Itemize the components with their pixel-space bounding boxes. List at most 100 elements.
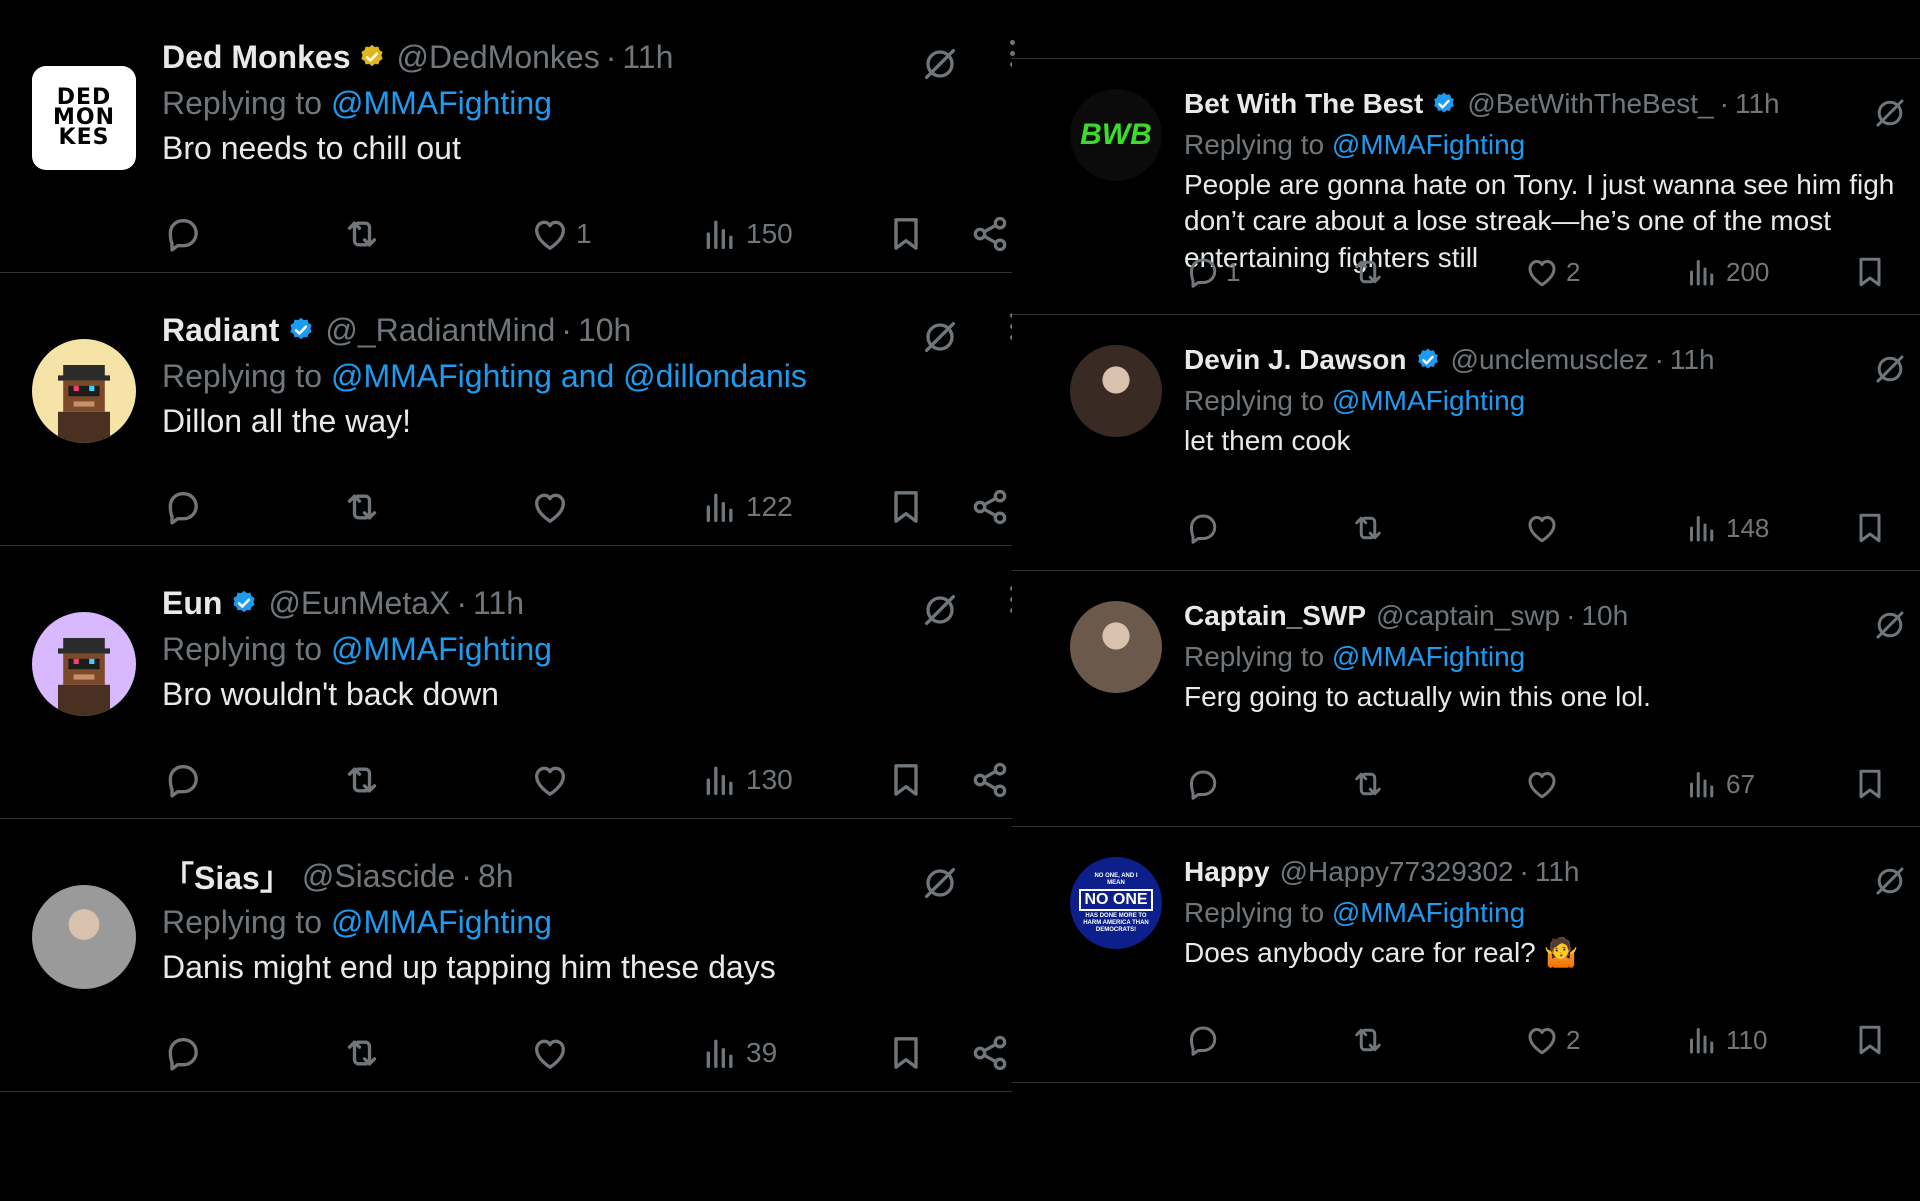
- user-handle[interactable]: @Siascide: [302, 858, 455, 895]
- timestamp[interactable]: 8h: [478, 858, 514, 895]
- retweet-button[interactable]: [342, 487, 388, 527]
- bookmark-button[interactable]: [1852, 254, 1888, 290]
- timestamp[interactable]: 11h: [1670, 344, 1715, 376]
- bookmark-button[interactable]: [886, 1033, 926, 1073]
- reply-mention-link[interactable]: @MMAFighting: [1332, 897, 1525, 928]
- views-button[interactable]: 200: [1684, 254, 1769, 290]
- reply-tweet[interactable]: NO ONE, AND I MEAN NO ONE HAS DONE MORE …: [1012, 827, 1920, 1083]
- views-button[interactable]: 67: [1684, 766, 1755, 802]
- timestamp[interactable]: 10h: [1581, 600, 1628, 632]
- grok-icon[interactable]: [920, 590, 960, 630]
- reply-tweet[interactable]: Radiant @_RadiantMind · 10h Replying to …: [0, 273, 1040, 546]
- display-name[interactable]: Radiant: [162, 312, 279, 349]
- reply-mention-link[interactable]: @MMAFighting: [331, 631, 552, 667]
- like-button[interactable]: [1524, 766, 1566, 802]
- timestamp[interactable]: 11h: [1535, 856, 1580, 888]
- avatar[interactable]: [1070, 601, 1162, 693]
- retweet-button[interactable]: [1350, 766, 1392, 802]
- share-button[interactable]: [970, 214, 1010, 254]
- bookmark-button[interactable]: [886, 214, 926, 254]
- reply-tweet[interactable]: Captain_SWP @captain_swp · 10h Replying …: [1012, 571, 1920, 827]
- timestamp[interactable]: 11h: [1735, 88, 1780, 120]
- like-button[interactable]: [530, 760, 576, 800]
- timestamp[interactable]: 10h: [578, 312, 631, 349]
- reply-button[interactable]: [162, 214, 208, 254]
- share-button[interactable]: [970, 1033, 1010, 1073]
- grok-icon[interactable]: [920, 44, 960, 84]
- like-button[interactable]: 2: [1524, 254, 1580, 290]
- reply-button[interactable]: 1: [1184, 254, 1240, 290]
- retweet-button[interactable]: [342, 1033, 388, 1073]
- reply-mention-link[interactable]: @MMAFighting: [1332, 385, 1525, 416]
- reply-tweet[interactable]: Eun @EunMetaX · 11h Replying to @MMAFigh…: [0, 546, 1040, 819]
- reply-button[interactable]: [162, 1033, 208, 1073]
- views-button[interactable]: 110: [1684, 1022, 1767, 1058]
- timestamp[interactable]: 11h: [622, 39, 673, 76]
- display-name[interactable]: 「Sias」: [162, 853, 292, 899]
- reply-button[interactable]: [1184, 1022, 1226, 1058]
- avatar[interactable]: [32, 885, 136, 989]
- bookmark-button[interactable]: [1852, 766, 1888, 802]
- reply-button[interactable]: [1184, 510, 1226, 546]
- avatar[interactable]: NO ONE, AND I MEAN NO ONE HAS DONE MORE …: [1070, 857, 1162, 949]
- views-button[interactable]: 148: [1684, 510, 1769, 546]
- display-name[interactable]: Devin J. Dawson: [1184, 344, 1407, 376]
- reply-mention-link[interactable]: @MMAFighting and @dillondanis: [331, 358, 807, 394]
- like-button[interactable]: 2: [1524, 1022, 1580, 1058]
- avatar[interactable]: DED MON KES: [32, 66, 136, 170]
- reply-mention-link[interactable]: @MMAFighting: [1332, 129, 1525, 160]
- user-handle[interactable]: @Happy77329302: [1280, 856, 1514, 888]
- avatar[interactable]: [32, 339, 136, 443]
- like-button[interactable]: [1524, 510, 1566, 546]
- retweet-button[interactable]: [342, 760, 388, 800]
- reply-mention-link[interactable]: @MMAFighting: [331, 85, 552, 121]
- views-button[interactable]: 150: [700, 214, 793, 254]
- views-button[interactable]: 122: [700, 487, 793, 527]
- reply-tweet[interactable]: Devin J. Dawson @unclemusclez · 11h Repl…: [1012, 315, 1920, 571]
- avatar[interactable]: [32, 612, 136, 716]
- display-name[interactable]: Eun: [162, 585, 222, 622]
- grok-icon[interactable]: [1872, 863, 1908, 899]
- display-name[interactable]: Bet With The Best: [1184, 88, 1423, 120]
- reply-button[interactable]: [162, 487, 208, 527]
- retweet-button[interactable]: [1350, 1022, 1392, 1058]
- like-button[interactable]: [530, 1033, 576, 1073]
- user-handle[interactable]: @captain_swp: [1376, 600, 1560, 632]
- grok-icon[interactable]: [920, 317, 960, 357]
- bookmark-button[interactable]: [1852, 1022, 1888, 1058]
- retweet-button[interactable]: [1350, 254, 1392, 290]
- user-handle[interactable]: @_RadiantMind: [325, 312, 555, 349]
- views-button[interactable]: 39: [700, 1033, 777, 1073]
- grok-icon[interactable]: [1872, 351, 1908, 387]
- bookmark-button[interactable]: [1852, 510, 1888, 546]
- user-handle[interactable]: @BetWithTheBest_: [1467, 88, 1713, 120]
- bookmark-button[interactable]: [886, 487, 926, 527]
- user-handle[interactable]: @EunMetaX: [268, 585, 450, 622]
- grok-icon[interactable]: [1872, 607, 1908, 643]
- display-name[interactable]: Captain_SWP: [1184, 600, 1366, 632]
- reply-button[interactable]: [162, 760, 208, 800]
- reply-button[interactable]: [1184, 766, 1226, 802]
- display-name[interactable]: Ded Monkes: [162, 39, 350, 76]
- reply-tweet[interactable]: BWB Bet With The Best @BetWithTheBest_ ·…: [1012, 59, 1920, 315]
- reply-tweet[interactable]: DED MON KES Ded Monkes @DedMonkes · 11h …: [0, 0, 1040, 273]
- retweet-button[interactable]: [342, 214, 388, 254]
- share-button[interactable]: [970, 760, 1010, 800]
- avatar[interactable]: [1070, 345, 1162, 437]
- reply-tweet[interactable]: 「Sias」 @Siascide · 8h Replying to @MMAFi…: [0, 819, 1040, 1092]
- reply-mention-link[interactable]: @MMAFighting: [331, 904, 552, 940]
- like-button[interactable]: [530, 487, 576, 527]
- like-button[interactable]: 1: [530, 214, 592, 254]
- grok-icon[interactable]: [920, 863, 960, 903]
- timestamp[interactable]: 11h: [473, 585, 524, 622]
- display-name[interactable]: Happy: [1184, 856, 1270, 888]
- retweet-button[interactable]: [1350, 510, 1392, 546]
- reply-mention-link[interactable]: @MMAFighting: [1332, 641, 1525, 672]
- bookmark-button[interactable]: [886, 760, 926, 800]
- grok-icon[interactable]: [1872, 95, 1908, 131]
- user-handle[interactable]: @DedMonkes: [396, 39, 599, 76]
- views-button[interactable]: 130: [700, 760, 793, 800]
- user-handle[interactable]: @unclemusclez: [1451, 344, 1649, 376]
- avatar[interactable]: BWB: [1070, 89, 1162, 181]
- share-button[interactable]: [970, 487, 1010, 527]
